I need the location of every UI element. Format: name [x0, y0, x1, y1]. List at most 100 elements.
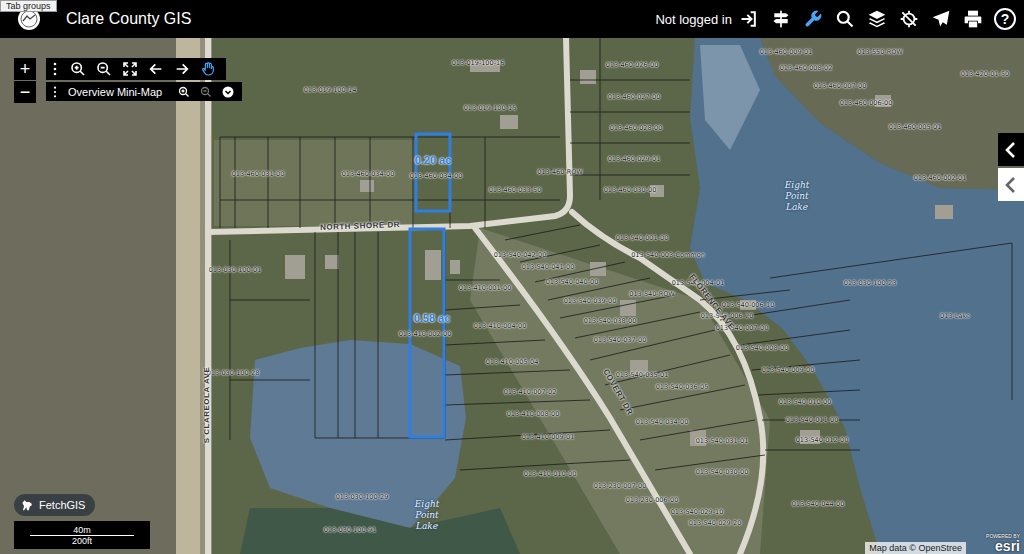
parcel-label[interactable]: 013-540-042-00: [494, 251, 547, 259]
zoom-in-icon: [70, 61, 86, 77]
parcel-label[interactable]: 013-019-100-16: [452, 59, 505, 67]
parcel-label[interactable]: 013-460-006-00: [840, 99, 893, 107]
parcel-label[interactable]: 013-460-029-01: [608, 155, 661, 163]
parcel-label[interactable]: 013-410-009-01: [522, 433, 575, 441]
parcel-label[interactable]: 013-540-001-00: [616, 234, 669, 242]
zoom-out-button[interactable]: −: [14, 81, 36, 103]
parcel-label[interactable]: 013-540-010-00: [779, 398, 832, 406]
login-icon: [739, 9, 759, 29]
mini-collapse-button[interactable]: [220, 84, 236, 100]
full-extent-tool[interactable]: [120, 59, 140, 79]
parcel-label[interactable]: 013-410-004-00: [474, 322, 527, 330]
zoom-out-tool[interactable]: [94, 59, 114, 79]
parcel-label[interactable]: 013-460-027-00: [608, 93, 661, 101]
parcel-label[interactable]: 013-540-035-01: [616, 371, 669, 379]
parcel-label[interactable]: 013-019-100-15: [464, 104, 517, 112]
overview-mini-map-label[interactable]: Overview Mini-Map: [68, 86, 162, 98]
parcel-label[interactable]: 013-460-002-01: [914, 174, 967, 182]
parcel-label[interactable]: 013-540-038-00: [584, 317, 637, 325]
parcel-label[interactable]: 013-540-037-00: [594, 336, 647, 344]
parcel-label[interactable]: 013-460-ROW: [537, 168, 583, 176]
parcel-label[interactable]: 013-460-028-00: [610, 124, 663, 132]
parcel-label[interactable]: 013-410-005-04: [486, 358, 539, 366]
fetchgis-badge[interactable]: FetchGIS: [14, 494, 95, 516]
parcel-label[interactable]: 013-410-007-02: [504, 388, 557, 396]
parcel-label[interactable]: 013-540-012-00: [796, 436, 849, 444]
parcel-label[interactable]: 013-030-100-91: [324, 526, 377, 534]
share-button[interactable]: [930, 8, 952, 30]
drag-handle-icon[interactable]: [52, 62, 58, 76]
side-panel-tab[interactable]: [998, 168, 1024, 201]
parcel-label[interactable]: 013-540-040-00: [546, 278, 599, 286]
directions-button[interactable]: [770, 8, 792, 30]
parcel-label[interactable]: 013-420-01-50: [961, 70, 1009, 78]
parcel-label[interactable]: 013-460-033-50: [489, 186, 542, 194]
parcel-label[interactable]: 013-030-100-29: [336, 493, 389, 501]
parcel-label[interactable]: 013-410-010-00: [524, 470, 577, 478]
parcel-label[interactable]: 013-230-006-00: [626, 496, 679, 504]
mini-zoom-out-button[interactable]: [198, 84, 214, 100]
zoom-in-button[interactable]: +: [14, 58, 36, 80]
parcel-label[interactable]: 013-460-007-00: [814, 82, 867, 90]
parcel-label[interactable]: 013-030-100-28: [207, 369, 260, 377]
parcel-label[interactable]: 013-030-100-01: [209, 266, 262, 274]
map-canvas[interactable]: 013-019-100-16 013-460-026-00 013-460-009-…: [0, 38, 1024, 554]
parcel-label[interactable]: 013-460-031-00: [232, 170, 285, 178]
chevron-down-icon: [222, 86, 234, 98]
dog-icon: [20, 498, 34, 512]
side-panel-tab[interactable]: [998, 133, 1024, 166]
parcel-area-label: 0.58 ac: [414, 312, 451, 324]
parcel-label[interactable]: 013-460-008-02: [780, 64, 833, 72]
parcel-label[interactable]: 013-550-ROW: [857, 48, 903, 56]
locate-off-icon: [899, 9, 919, 29]
forward-tool[interactable]: [172, 59, 192, 79]
parcel-label[interactable]: 013-540-030-00: [696, 468, 749, 476]
back-tool[interactable]: [146, 59, 166, 79]
parcel-label[interactable]: 013-410-002-00: [399, 330, 452, 338]
layers-button[interactable]: [866, 8, 888, 30]
parcel-label[interactable]: 013-540-034-00: [636, 418, 689, 426]
parcel-label[interactable]: 013-410-008-00: [507, 410, 560, 418]
parcel-label[interactable]: 013-410-001-00: [459, 284, 512, 292]
parcel-label[interactable]: 013-019-100-14: [304, 86, 357, 94]
parcel-label[interactable]: 013-460-009-01: [760, 48, 813, 56]
parcel-label[interactable]: 013-540-009-00: [762, 366, 815, 374]
tab-groups-tooltip: Tab groups: [0, 0, 57, 12]
parcel-label[interactable]: 013-540-036-05: [656, 383, 709, 391]
print-button[interactable]: [962, 8, 984, 30]
printer-icon: [963, 9, 983, 29]
parcel-label[interactable]: 013-540-031-01: [696, 437, 749, 445]
parcel-label[interactable]: 013-030-100-23: [844, 279, 897, 287]
scale-imperial: 200ft: [72, 536, 92, 546]
parcel-label[interactable]: 013-460-034-00: [410, 172, 463, 180]
drag-handle-icon[interactable]: [52, 86, 58, 98]
pan-tool[interactable]: [198, 59, 218, 79]
zoom-out-icon: [96, 61, 112, 77]
mini-zoom-in-button[interactable]: [176, 84, 192, 100]
parcel-label[interactable]: 013-540-039-00: [564, 297, 617, 305]
parcel-label[interactable]: 013-540-006-10: [722, 301, 775, 309]
search-button[interactable]: [834, 8, 856, 30]
login-button[interactable]: [738, 8, 760, 30]
parcel-label[interactable]: 013-460-005-01: [889, 123, 942, 131]
parcel-label[interactable]: 013-540-008-00: [736, 344, 789, 352]
parcel-label[interactable]: 013-540-029-10: [671, 508, 724, 516]
parcel-label[interactable]: 013-540-ROW: [629, 290, 675, 298]
paper-plane-icon: [931, 9, 951, 29]
parcel-label[interactable]: 013-460-034-00: [342, 170, 395, 178]
parcel-label[interactable]: 013-460-026-00: [606, 61, 659, 69]
parcel-label[interactable]: 013-540-003-Common: [631, 251, 705, 259]
parcel-label[interactable]: 013-540-044-00: [792, 500, 845, 508]
parcel-label[interactable]: 013-540-029-20: [689, 519, 742, 527]
app-title: Clare County GIS: [66, 10, 191, 28]
parcel-label[interactable]: 013-540-011-00: [786, 416, 839, 424]
help-icon: ?: [994, 8, 1016, 30]
tools-button[interactable]: [802, 8, 824, 30]
locate-button[interactable]: [898, 8, 920, 30]
help-button[interactable]: ?: [994, 8, 1016, 30]
parcel-label[interactable]: 013-460-030-00: [604, 186, 657, 194]
zoom-in-tool[interactable]: [68, 59, 88, 79]
parcel-label[interactable]: 013-540-041-00: [522, 263, 575, 271]
parcel-label[interactable]: 013-230-007-00: [594, 482, 647, 490]
parcel-label[interactable]: 013-Lake: [940, 312, 970, 320]
